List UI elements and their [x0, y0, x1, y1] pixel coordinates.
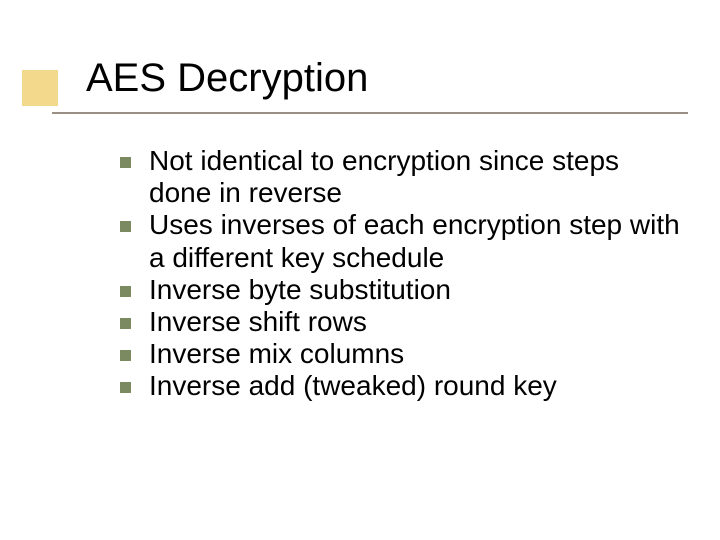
list-item-text: Inverse add (tweaked) round key	[149, 370, 557, 402]
list-item: Not identical to encryption since steps …	[120, 145, 680, 209]
list-item: Inverse mix columns	[120, 338, 680, 370]
slide: AES Decryption Not identical to encrypti…	[0, 0, 720, 540]
list-item-text: Inverse byte substitution	[149, 274, 451, 306]
square-bullet-icon	[120, 221, 131, 232]
title-accent-block	[22, 70, 58, 106]
square-bullet-icon	[120, 286, 131, 297]
list-item: Uses inverses of each encryption step wi…	[120, 209, 680, 273]
list-item: Inverse byte substitution	[120, 274, 680, 306]
list-item-text: Inverse mix columns	[149, 338, 404, 370]
list-item-text: Inverse shift rows	[149, 306, 367, 338]
list-item-text: Not identical to encryption since steps …	[149, 145, 680, 209]
square-bullet-icon	[120, 318, 131, 329]
slide-title: AES Decryption	[86, 56, 368, 101]
square-bullet-icon	[120, 382, 131, 393]
list-item: Inverse add (tweaked) round key	[120, 370, 680, 402]
list-item: Inverse shift rows	[120, 306, 680, 338]
square-bullet-icon	[120, 157, 131, 168]
bullet-list: Not identical to encryption since steps …	[120, 145, 680, 403]
list-item-text: Uses inverses of each encryption step wi…	[149, 209, 680, 273]
title-underline	[52, 112, 688, 114]
square-bullet-icon	[120, 350, 131, 361]
